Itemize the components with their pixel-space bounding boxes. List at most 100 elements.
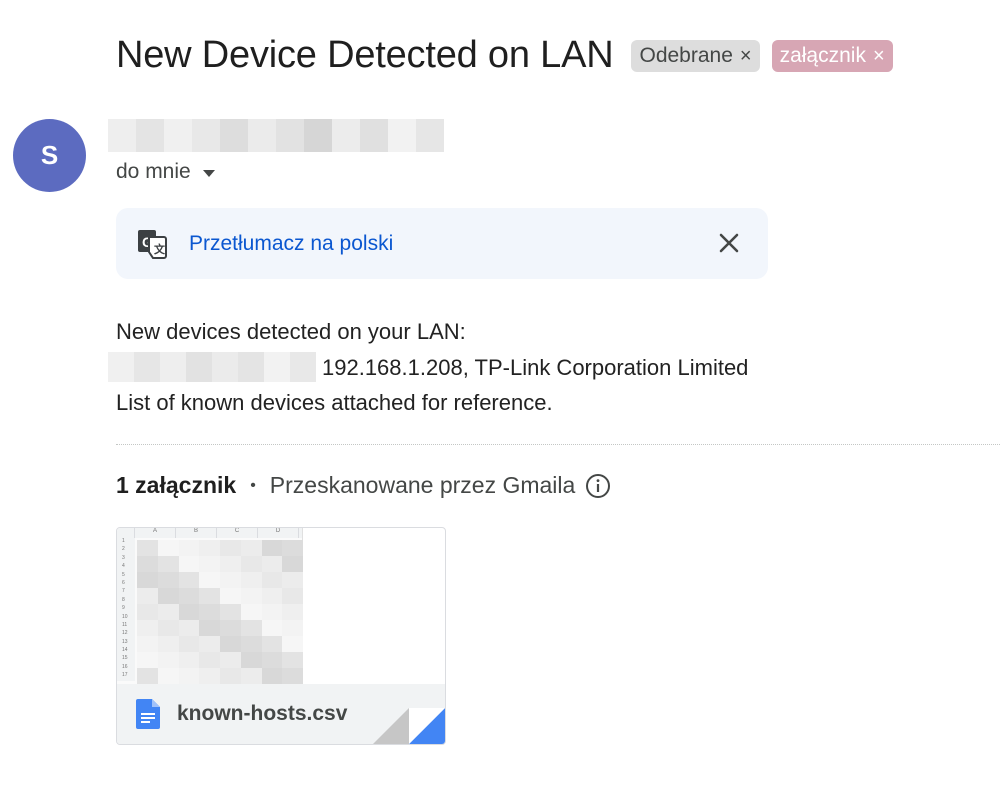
attachments-divider xyxy=(116,444,1000,445)
body-line-1: New devices detected on your LAN: xyxy=(116,319,466,344)
redacted-cell xyxy=(157,556,179,572)
sheet-row-number: 5 xyxy=(122,571,125,578)
sheet-row-number: 6 xyxy=(122,579,125,586)
recipient-label: do mnie xyxy=(116,160,191,183)
redacted-cell xyxy=(220,652,241,668)
redacted-cell xyxy=(261,604,283,620)
close-icon[interactable] xyxy=(716,230,742,256)
redacted-cell xyxy=(282,572,303,588)
translate-icon: G 文 xyxy=(138,229,167,259)
mac-address-redacted xyxy=(108,352,316,383)
sheet-row-number: 13 xyxy=(122,638,128,645)
sheet-col: C xyxy=(217,528,258,538)
redacted-cell xyxy=(220,572,241,588)
redacted-cell xyxy=(157,668,179,684)
redacted-cell xyxy=(220,620,241,636)
remove-label-attachment-button[interactable]: × xyxy=(873,46,885,66)
redacted-cell xyxy=(240,604,262,620)
redacted-cell xyxy=(157,572,179,588)
remove-label-inbox-button[interactable]: × xyxy=(740,46,752,66)
redacted-cell xyxy=(178,620,200,636)
sheet-row-number: 4 xyxy=(122,563,125,570)
sheet-content-redacted xyxy=(137,540,303,684)
sender-name-redacted xyxy=(108,119,444,152)
redacted-cell xyxy=(199,604,220,620)
redacted-cell xyxy=(199,636,220,652)
redacted-cell xyxy=(261,540,283,556)
redacted-cell xyxy=(137,556,158,572)
sheet-row-number: 10 xyxy=(122,613,128,620)
redacted-cell xyxy=(261,588,283,604)
body-line-2: 192.168.1.208, TP-Link Corporation Limit… xyxy=(108,350,748,386)
redacted-cell xyxy=(178,588,200,604)
redacted-cell xyxy=(282,540,303,556)
redacted-cell xyxy=(282,588,303,604)
redacted-cell xyxy=(157,540,179,556)
redacted-cell xyxy=(137,620,158,636)
redacted-cell xyxy=(199,572,220,588)
redacted-cell xyxy=(282,668,303,684)
redacted-cell xyxy=(178,572,200,588)
redacted-cell xyxy=(178,540,200,556)
sender-avatar[interactable]: S xyxy=(13,119,86,192)
info-icon[interactable] xyxy=(585,473,611,499)
sheet-row-number: 14 xyxy=(122,647,128,654)
sheet-row-number: 7 xyxy=(122,588,125,595)
label-chip-attachment-text: załącznik xyxy=(779,43,866,67)
redacted-cell xyxy=(261,556,283,572)
redacted-cell xyxy=(240,572,262,588)
email-body: New devices detected on your LAN: 192.16… xyxy=(108,314,748,421)
redacted-cell xyxy=(137,588,158,604)
attachment-file-name[interactable]: known-hosts.csv xyxy=(177,702,347,726)
sheet-row-number: 1 xyxy=(122,538,125,544)
redacted-cell xyxy=(240,636,262,652)
redacted-cell xyxy=(240,620,262,636)
redacted-cell xyxy=(240,652,262,668)
redacted-cell xyxy=(178,668,200,684)
recipient-details-toggle[interactable]: do mnie xyxy=(116,160,215,184)
sheet-row-number: 8 xyxy=(122,596,125,603)
page-fold-icon xyxy=(373,708,445,744)
attachments-header: 1 załącznik • Przeskanowane przez Gmaila xyxy=(116,472,611,499)
redacted-cell xyxy=(261,652,283,668)
redacted-cell xyxy=(282,620,303,636)
redacted-cell xyxy=(199,652,220,668)
sheet-row-number: 9 xyxy=(122,605,125,612)
redacted-cell xyxy=(137,572,158,588)
spreadsheet-preview: A B C D 1 2 3 4 5 6 7 8 9 10 11 12 13 14… xyxy=(117,528,303,686)
redacted-cell xyxy=(137,668,158,684)
translate-link[interactable]: Przetłumacz na polski xyxy=(189,232,393,256)
label-chip-inbox[interactable]: Odebrane × xyxy=(631,39,760,72)
redacted-cell xyxy=(282,604,303,620)
sheet-row-number: 12 xyxy=(122,630,128,637)
redacted-cell xyxy=(261,668,283,684)
redacted-cell xyxy=(240,668,262,684)
redacted-cell xyxy=(157,620,179,636)
redacted-cell xyxy=(220,588,241,604)
redacted-cell xyxy=(282,652,303,668)
redacted-cell xyxy=(199,668,220,684)
redacted-cell xyxy=(282,636,303,652)
caret-down-icon[interactable] xyxy=(202,169,215,177)
label-chip-attachment[interactable]: załącznik × xyxy=(771,39,893,72)
subject-row: New Device Detected on LAN Odebrane × za… xyxy=(116,34,893,77)
redacted-cell xyxy=(240,556,262,572)
attachment-card[interactable]: A B C D 1 2 3 4 5 6 7 8 9 10 11 12 13 14… xyxy=(116,527,446,745)
separator-dot: • xyxy=(250,476,256,494)
email-subject: New Device Detected on LAN xyxy=(116,34,614,76)
attachment-count: 1 załącznik xyxy=(116,472,237,498)
redacted-cell xyxy=(220,556,241,572)
sheet-col: B xyxy=(176,528,217,538)
sheet-row-number: 2 xyxy=(122,546,125,553)
redacted-cell xyxy=(178,604,200,620)
redacted-cell xyxy=(282,556,303,572)
redacted-cell xyxy=(199,588,220,604)
sheet-row-number: 15 xyxy=(122,655,128,662)
redacted-cell xyxy=(137,604,158,620)
redacted-cell xyxy=(157,604,179,620)
redacted-cell xyxy=(137,652,158,668)
scanned-by-gmail: Przeskanowane przez Gmaila xyxy=(269,472,576,498)
avatar-initial: S xyxy=(40,140,59,170)
sheet-row-number: 11 xyxy=(122,621,128,628)
redacted-cell xyxy=(178,636,200,652)
